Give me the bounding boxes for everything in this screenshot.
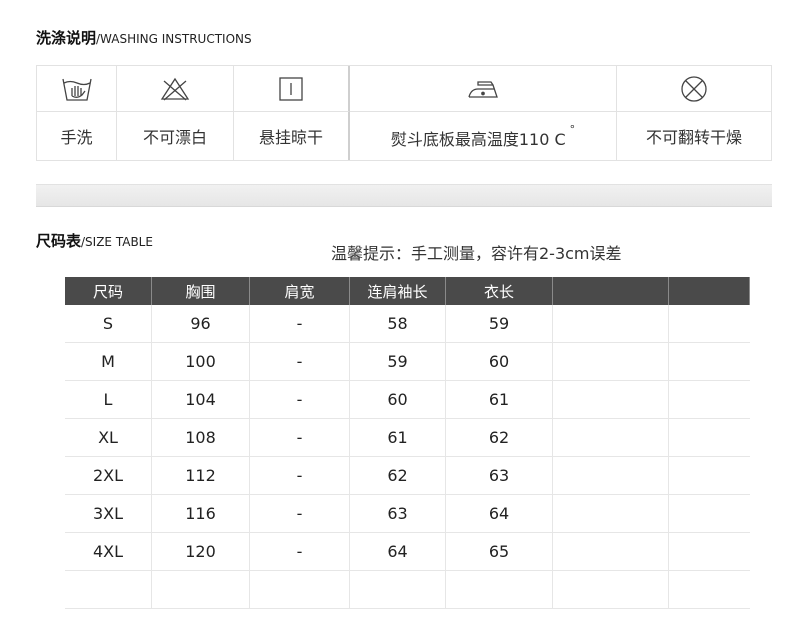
table-cell: S — [65, 305, 152, 343]
table-cell: 100 — [152, 343, 250, 381]
wash-cell-no-bleach-label: 不可漂白 — [117, 112, 234, 160]
table-cell — [250, 571, 350, 609]
size-title-en: /SIZE TABLE — [81, 235, 153, 249]
washing-title-en: /WASHING INSTRUCTIONS — [96, 32, 252, 46]
table-cell — [669, 343, 750, 381]
wash-cell-hand-wash-icon — [36, 66, 117, 112]
table-cell: 63 — [350, 495, 446, 533]
table-cell: 104 — [152, 381, 250, 419]
table-cell: 64 — [350, 533, 446, 571]
wash-cell-hang-dry-icon — [234, 66, 350, 112]
no-bleach-icon — [160, 77, 190, 100]
wash-cell-no-tumble-label: 不可翻转干燥 — [617, 112, 772, 160]
wash-cell-no-tumble-dry-icon — [617, 66, 772, 112]
table-cell: 59 — [350, 343, 446, 381]
table-cell: M — [65, 343, 152, 381]
table-cell — [669, 533, 750, 571]
table-cell — [669, 457, 750, 495]
table-cell: 62 — [350, 457, 446, 495]
degree-mark: ° — [569, 122, 576, 136]
table-cell — [669, 381, 750, 419]
table-cell — [152, 571, 250, 609]
table-cell: XL — [65, 419, 152, 457]
table-cell: - — [250, 343, 350, 381]
wash-cell-no-bleach-icon — [117, 66, 234, 112]
wash-label: 不可翻转干燥 — [645, 128, 742, 147]
table-cell: 62 — [446, 419, 553, 457]
wash-label: 手洗 — [60, 128, 93, 147]
table-cell: - — [250, 457, 350, 495]
table-cell: 120 — [152, 533, 250, 571]
no-tumble-dry-icon — [681, 75, 707, 102]
table-cell — [553, 533, 669, 571]
wash-label: 熨斗底板最高温度110 C° — [391, 123, 575, 150]
wash-label: 悬挂晾干 — [258, 128, 323, 147]
wash-cell-iron-label: 熨斗底板最高温度110 C° — [350, 112, 617, 160]
table-cell: 108 — [152, 419, 250, 457]
table-cell: 2XL — [65, 457, 152, 495]
iron-temp-text: 熨斗底板最高温度110 C — [390, 129, 566, 149]
table-cell — [553, 343, 669, 381]
table-cell: - — [250, 381, 350, 419]
table-cell — [350, 571, 446, 609]
table-cell — [553, 419, 669, 457]
washing-instructions-grid: 手洗 不可漂白 悬挂晾干 熨斗底板最高温度110 C° 不可翻转干燥 — [36, 65, 772, 161]
size-section-title: 尺码表/SIZE TABLE — [36, 230, 153, 251]
wash-cell-iron-icon — [350, 66, 617, 112]
table-cell: 116 — [152, 495, 250, 533]
iron-icon — [468, 80, 498, 98]
table-cell — [446, 571, 553, 609]
table-cell: 64 — [446, 495, 553, 533]
table-cell — [669, 495, 750, 533]
wash-label: 不可漂白 — [142, 128, 207, 147]
table-cell: 61 — [446, 381, 553, 419]
table-cell: L — [65, 381, 152, 419]
table-cell: 60 — [446, 343, 553, 381]
washing-title-cn: 洗涤说明 — [36, 29, 97, 47]
table-cell: 61 — [350, 419, 446, 457]
table-header-cell: 胸围 — [152, 277, 250, 305]
table-cell: 65 — [446, 533, 553, 571]
table-cell — [553, 571, 669, 609]
wash-cell-hand-wash-label: 手洗 — [36, 112, 117, 160]
washing-section-title: 洗涤说明/WASHING INSTRUCTIONS — [36, 27, 252, 48]
table-header-cell: 肩宽 — [250, 277, 350, 305]
table-cell: 63 — [446, 457, 553, 495]
table-cell — [553, 495, 669, 533]
table-cell: 112 — [152, 457, 250, 495]
table-cell: 60 — [350, 381, 446, 419]
table-cell: - — [250, 495, 350, 533]
table-cell — [669, 419, 750, 457]
table-cell — [553, 457, 669, 495]
measurement-tip: 温馨提示：手工测量，容许有2-3cm误差 — [331, 244, 622, 263]
table-cell — [553, 381, 669, 419]
table-header-cell: 衣长 — [446, 277, 553, 305]
table-cell: 58 — [350, 305, 446, 343]
table-cell: 59 — [446, 305, 553, 343]
hand-wash-icon — [61, 78, 92, 101]
wash-cell-hang-dry-label: 悬挂晾干 — [234, 112, 350, 160]
table-cell: 96 — [152, 305, 250, 343]
table-cell — [669, 571, 750, 609]
table-header-cell: 尺码 — [65, 277, 152, 305]
table-header-cell — [553, 277, 669, 305]
table-cell — [669, 305, 750, 343]
table-cell: - — [250, 533, 350, 571]
table-cell: - — [250, 305, 350, 343]
hang-dry-icon — [279, 76, 303, 101]
size-title-cn: 尺码表 — [36, 232, 82, 250]
table-cell — [553, 305, 669, 343]
table-cell: - — [250, 419, 350, 457]
size-table: 尺码 胸围 肩宽 连肩袖长 衣长 S 96-58 59 M 100-59 60 L 104-60 61 XL… — [65, 277, 750, 609]
table-header-cell — [669, 277, 750, 305]
table-cell: 3XL — [65, 495, 152, 533]
table-cell: 4XL — [65, 533, 152, 571]
section-divider-band — [36, 184, 772, 207]
table-header-cell: 连肩袖长 — [350, 277, 446, 305]
table-cell — [65, 571, 152, 609]
